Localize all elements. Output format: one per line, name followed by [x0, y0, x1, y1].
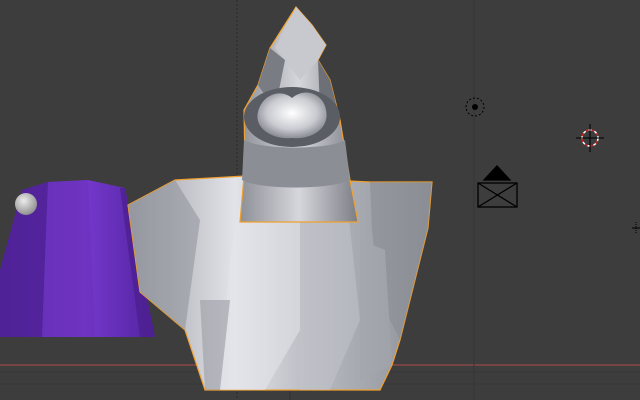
3d-cursor-icon[interactable]	[576, 124, 604, 152]
offscreen-object-marker	[632, 222, 640, 234]
ghost-robe[interactable]	[127, 6, 433, 391]
viewport-scene[interactable]	[0, 0, 640, 400]
camera-icon[interactable]	[477, 165, 518, 208]
lamp-icon[interactable]	[465, 97, 485, 117]
pompom	[15, 193, 37, 215]
face	[257, 92, 327, 139]
3d-viewport[interactable]	[0, 0, 640, 400]
